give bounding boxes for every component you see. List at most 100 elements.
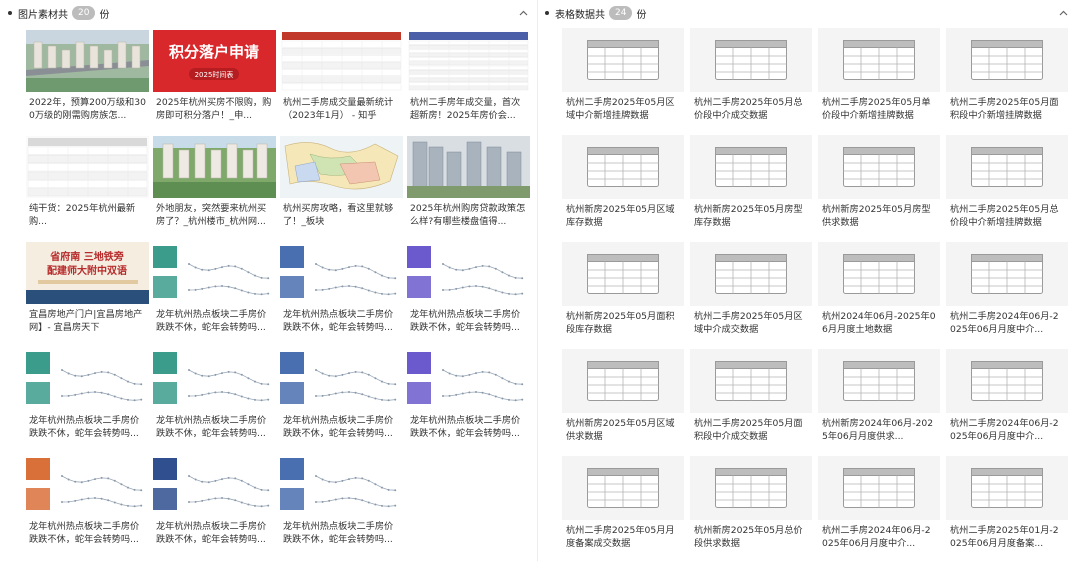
image-thumbnail xyxy=(26,348,149,410)
table-icon xyxy=(562,135,684,199)
image-caption: 纯干货：2025年杭州最新购... xyxy=(29,203,136,227)
image-thumbnail xyxy=(407,348,530,410)
table-panel-header: 表格数据共 24 份 xyxy=(545,0,1070,26)
image-caption: 杭州二手房年成交量，首次超新房！2025年房价会... xyxy=(410,97,521,121)
table-card[interactable]: 杭州2024年06月-2025年06月月度土地数据 xyxy=(818,242,940,342)
image-card[interactable]: 杭州二手房成交量最新统计（2023年1月） - 知乎 xyxy=(280,30,403,130)
image-card[interactable]: 纯干货：2025年杭州最新购... xyxy=(26,136,149,236)
table-icon xyxy=(690,349,812,413)
svg-text:配建师大附中双语: 配建师大附中双语 xyxy=(47,264,127,277)
image-thumbnail xyxy=(26,136,149,198)
table-card[interactable]: 杭州新房2024年06月-2025年06月月度供求... xyxy=(818,349,940,449)
image-card[interactable]: 积分落户申请 2025时间表 2025年杭州买房不限购，购房即可积分落户！_申.… xyxy=(153,30,276,130)
table-icon xyxy=(690,242,812,306)
table-card[interactable]: 杭州二手房2024年06月-2025年06月月度中介... xyxy=(818,456,940,556)
image-card[interactable]: 龙年杭州热点板块二手房价跌跌不休，蛇年会转势吗... xyxy=(153,242,276,342)
collapse-table-panel-button[interactable] xyxy=(1056,6,1070,20)
table-card[interactable]: 杭州新房2025年05月区域供求数据 xyxy=(562,349,684,449)
image-caption: 龙年杭州热点板块二手房价跌跌不休，蛇年会转势吗... xyxy=(283,521,394,545)
image-count-badge: 20 xyxy=(72,6,96,20)
table-card[interactable]: 杭州二手房2025年01月-2025年06月月度备案... xyxy=(946,456,1068,556)
image-thumbnail xyxy=(153,348,276,410)
image-card[interactable]: 杭州二手房年成交量，首次超新房！2025年房价会... xyxy=(407,30,530,130)
table-count-badge: 24 xyxy=(609,6,633,20)
image-caption: 外地朋友，突然要来杭州买房了？_杭州楼市_杭州网... xyxy=(156,203,267,227)
table-card[interactable]: 杭州二手房2025年05月总价段中介成交数据 xyxy=(690,28,812,128)
image-card[interactable]: 杭州买房攻略，看这里就够了！_板块 xyxy=(280,136,403,236)
image-thumbnail xyxy=(153,454,276,516)
table-caption: 杭州新房2025年05月房型供求数据 xyxy=(822,204,931,228)
image-card[interactable]: 龙年杭州热点板块二手房价跌跌不休，蛇年会转势吗... xyxy=(280,348,403,448)
image-caption: 龙年杭州热点板块二手房价跌跌不休，蛇年会转势吗... xyxy=(156,415,267,439)
table-card[interactable]: 杭州二手房2025年05月单价段中介新增挂牌数据 xyxy=(818,28,940,128)
table-caption: 杭州新房2025年05月面积段库存数据 xyxy=(566,311,675,335)
image-thumbnail xyxy=(280,454,403,516)
image-card[interactable]: 2022年，预算200万级和300万级的刚需购房族怎... xyxy=(26,30,149,130)
image-thumbnail xyxy=(407,30,530,92)
image-card[interactable]: 龙年杭州热点板块二手房价跌跌不休，蛇年会转势吗... xyxy=(153,454,276,554)
chevron-up-icon xyxy=(1059,10,1067,16)
table-grid: 杭州二手房2025年05月区域中介新增挂牌数据 杭州二手房2025年05月总价段… xyxy=(562,28,1070,561)
image-card[interactable]: 龙年杭州热点板块二手房价跌跌不休，蛇年会转势吗... xyxy=(280,242,403,342)
image-card[interactable]: 龙年杭州热点板块二手房价跌跌不休，蛇年会转势吗... xyxy=(407,242,530,342)
table-card[interactable]: 杭州二手房2025年05月区域中介新增挂牌数据 xyxy=(562,28,684,128)
table-card[interactable]: 杭州新房2025年05月房型库存数据 xyxy=(690,135,812,235)
table-card[interactable]: 杭州二手房2025年05月月度备案成交数据 xyxy=(562,456,684,556)
image-thumbnail xyxy=(280,136,403,198)
table-icon xyxy=(946,349,1068,413)
table-card[interactable]: 杭州新房2025年05月房型供求数据 xyxy=(818,135,940,235)
image-caption: 龙年杭州热点板块二手房价跌跌不休，蛇年会转势吗... xyxy=(283,415,394,439)
image-caption: 2025年杭州购房贷款政策怎么样?有哪些楼盘值得... xyxy=(410,203,526,227)
table-icon xyxy=(946,242,1068,306)
image-caption: 龙年杭州热点板块二手房价跌跌不休，蛇年会转势吗... xyxy=(29,521,140,545)
image-thumbnail: 省府南 三地铁旁 配建师大附中双语 xyxy=(26,242,149,304)
image-materials-panel: 图片素材共 20 份 2022年，预算200万级和300万级的刚需购房族怎...… xyxy=(8,0,530,554)
table-data-panel: 表格数据共 24 份 杭州二手房2025年05月区域中介新增挂牌数据 杭州二手房… xyxy=(545,0,1070,556)
table-icon xyxy=(690,135,812,199)
table-caption: 杭州二手房2025年05月区域中介成交数据 xyxy=(694,311,803,335)
table-card[interactable]: 杭州二手房2025年05月区域中介成交数据 xyxy=(690,242,812,342)
image-caption: 龙年杭州热点板块二手房价跌跌不休，蛇年会转势吗... xyxy=(156,309,267,333)
table-icon xyxy=(562,242,684,306)
table-icon xyxy=(818,242,940,306)
image-card[interactable]: 龙年杭州热点板块二手房价跌跌不休，蛇年会转势吗... xyxy=(407,348,530,448)
image-caption: 杭州买房攻略，看这里就够了！_板块 xyxy=(283,203,394,227)
table-icon xyxy=(562,349,684,413)
table-caption: 杭州二手房2025年01月-2025年06月月度备案... xyxy=(950,525,1059,549)
svg-text:积分落户申请: 积分落户申请 xyxy=(169,43,259,61)
image-card[interactable]: 省府南 三地铁旁 配建师大附中双语 宜昌房地产门户|宜昌房地产网】- 宜昌房天下 xyxy=(26,242,149,342)
table-caption: 杭州二手房2025年05月总价段中介新增挂牌数据 xyxy=(950,204,1059,228)
table-caption: 杭州新房2025年05月总价段供求数据 xyxy=(694,525,803,549)
table-card[interactable]: 杭州新房2025年05月面积段库存数据 xyxy=(562,242,684,342)
table-caption: 杭州新房2025年05月房型库存数据 xyxy=(694,204,803,228)
image-card[interactable]: 龙年杭州热点板块二手房价跌跌不休，蛇年会转势吗... xyxy=(280,454,403,554)
collapse-image-panel-button[interactable] xyxy=(516,6,530,20)
image-card[interactable]: 龙年杭州热点板块二手房价跌跌不休，蛇年会转势吗... xyxy=(26,454,149,554)
table-icon xyxy=(818,349,940,413)
table-caption: 杭州二手房2025年05月月度备案成交数据 xyxy=(566,525,675,549)
image-caption: 龙年杭州热点板块二手房价跌跌不休，蛇年会转势吗... xyxy=(156,521,267,545)
image-thumbnail xyxy=(407,136,530,198)
image-caption: 龙年杭州热点板块二手房价跌跌不休，蛇年会转势吗... xyxy=(283,309,394,333)
image-card[interactable]: 龙年杭州热点板块二手房价跌跌不休，蛇年会转势吗... xyxy=(153,348,276,448)
table-caption: 杭州新房2025年05月区域库存数据 xyxy=(566,204,675,228)
image-grid: 2022年，预算200万级和300万级的刚需购房族怎... 积分落户申请 202… xyxy=(26,30,530,561)
table-caption: 杭州2024年06月-2025年06月月度土地数据 xyxy=(822,311,936,335)
svg-text:2025时间表: 2025时间表 xyxy=(195,70,234,79)
table-card[interactable]: 杭州新房2025年05月总价段供求数据 xyxy=(690,456,812,556)
table-card[interactable]: 杭州新房2025年05月区域库存数据 xyxy=(562,135,684,235)
table-card[interactable]: 杭州二手房2024年06月-2025年06月月度中介... xyxy=(946,349,1068,449)
table-card[interactable]: 杭州二手房2025年05月面积段中介新增挂牌数据 xyxy=(946,28,1068,128)
image-card[interactable]: 外地朋友，突然要来杭州买房了？_杭州楼市_杭州网... xyxy=(153,136,276,236)
image-card[interactable]: 龙年杭州热点板块二手房价跌跌不休，蛇年会转势吗... xyxy=(26,348,149,448)
table-card[interactable]: 杭州二手房2025年05月面积段中介成交数据 xyxy=(690,349,812,449)
image-caption: 2022年，预算200万级和300万级的刚需购房族怎... xyxy=(29,97,146,121)
image-thumbnail xyxy=(280,242,403,304)
table-caption: 杭州二手房2025年05月区域中介新增挂牌数据 xyxy=(566,97,675,121)
image-card[interactable]: 2025年杭州购房贷款政策怎么样?有哪些楼盘值得... xyxy=(407,136,530,236)
image-panel-header: 图片素材共 20 份 xyxy=(8,0,530,26)
table-caption: 杭州二手房2025年05月面积段中介新增挂牌数据 xyxy=(950,97,1059,121)
table-card[interactable]: 杭州二手房2025年05月总价段中介新增挂牌数据 xyxy=(946,135,1068,235)
image-thumbnail xyxy=(26,30,149,92)
table-card[interactable]: 杭州二手房2024年06月-2025年06月月度中介... xyxy=(946,242,1068,342)
